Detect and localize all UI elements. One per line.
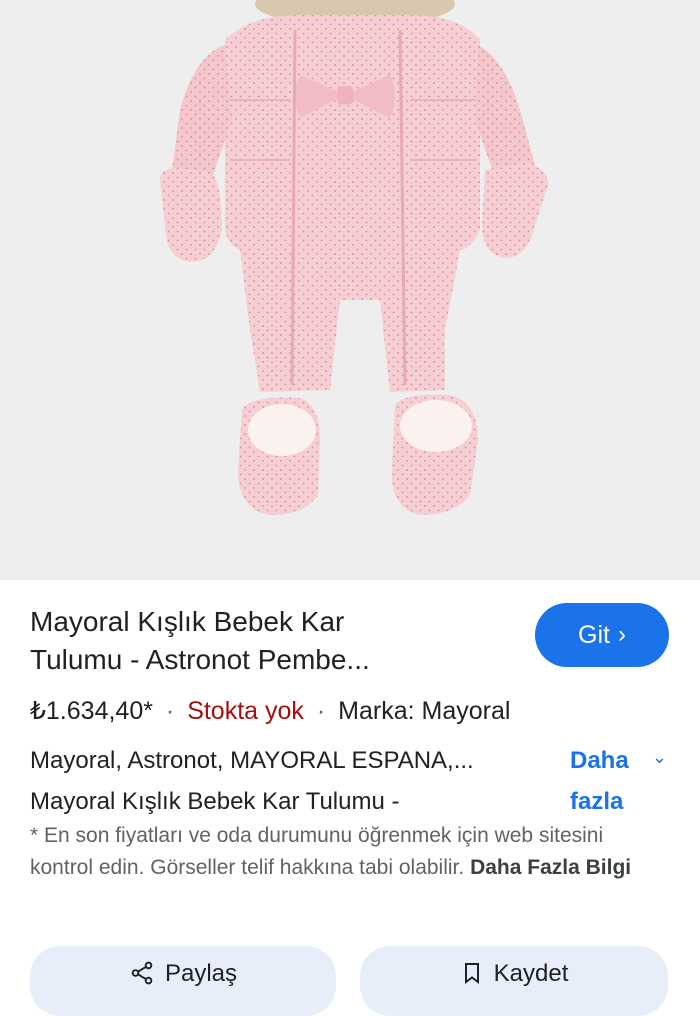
price: ₺1.634,40* [30, 697, 153, 725]
product-image[interactable] [0, 0, 700, 580]
product-meta: ₺1.634,40* · Stokta yok · Marka: Mayoral [30, 694, 510, 728]
disclaimer: * En son fiyatları ve oda durumunu öğren… [30, 820, 670, 884]
more-button[interactable]: Daha fazla [570, 740, 650, 822]
product-title-line2: Tulumu - Astronot Pembe... [30, 644, 370, 675]
save-button[interactable]: Kaydet [360, 946, 668, 1016]
share-icon [131, 961, 153, 985]
go-button-label: Git [578, 620, 610, 649]
brand: Marka: Mayoral [338, 697, 511, 725]
share-button[interactable]: Paylaş [30, 946, 336, 1016]
separator: · [316, 697, 326, 725]
bookmark-icon [464, 963, 479, 984]
share-label: Paylaş [164, 960, 238, 987]
description-line1: Mayoral, Astronot, MAYORAL ESPANA,... [30, 747, 474, 774]
chevron-right-icon: › [617, 621, 626, 648]
product-title-line1: Mayoral Kışlık Bebek Kar [30, 606, 345, 637]
more-label-line2: fazla [570, 788, 624, 815]
stock-status: Stokta yok [187, 697, 304, 725]
go-button[interactable]: Git › [535, 603, 669, 667]
chevron-down-icon[interactable]: ⌄ [652, 742, 667, 772]
snowsuit-illustration [160, 0, 548, 515]
product-title[interactable]: Mayoral Kışlık Bebek Kar Tulumu - Astron… [30, 603, 490, 679]
product-description: Mayoral, Astronot, MAYORAL ESPANA,... Ma… [30, 740, 540, 822]
more-label-line1: Daha [570, 747, 629, 774]
save-label: Kaydet [493, 960, 569, 987]
description-line2: Mayoral Kışlık Bebek Kar Tulumu - [30, 788, 400, 815]
more-info-link[interactable]: Daha Fazla Bilgi [470, 856, 631, 879]
separator: · [165, 697, 175, 725]
